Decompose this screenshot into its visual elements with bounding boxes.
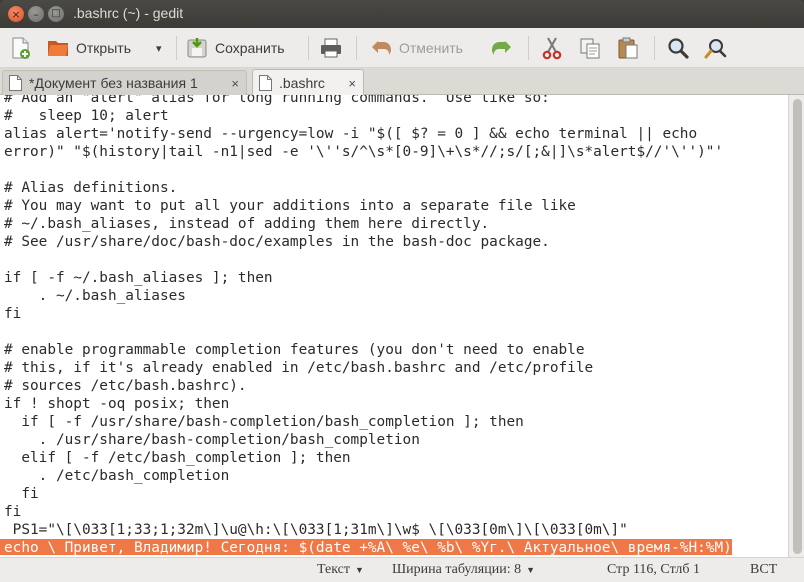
document-icon — [259, 75, 272, 91]
code-line: PS1="\[\033[1;33;1;32m\]\u@\h:\[\033[1;3… — [4, 522, 628, 538]
document-icon — [9, 75, 22, 91]
code-line: # ~/.bash_aliases, instead of adding the… — [4, 216, 490, 232]
code-line: # sources /etc/bash.bashrc). — [4, 378, 247, 394]
insert-mode: ВСТ — [750, 562, 777, 578]
minimize-icon: – — [33, 7, 39, 21]
code-line: # You may want to put all your additions… — [4, 198, 576, 214]
selected-code-line: echo \ Привет, Владимир! Сегодня: $(date… — [0, 539, 788, 557]
window-title: .bashrc (~) - gedit — [73, 5, 184, 21]
code-line: fi — [4, 486, 39, 502]
code-line: # sleep 10; alert — [4, 108, 169, 124]
open-label: Открыть — [76, 40, 131, 56]
code-line: # enable programmable completion feature… — [4, 342, 585, 358]
paste-button[interactable] — [616, 34, 646, 62]
close-tab-icon[interactable]: × — [231, 76, 239, 91]
code-line: # this, if it's already enabled in /etc/… — [4, 360, 594, 376]
maximize-icon: □ — [51, 8, 61, 19]
printer-icon — [321, 38, 341, 58]
tab-label: *Документ без названия 1 — [29, 75, 198, 91]
copy-button[interactable] — [578, 34, 608, 62]
save-button[interactable]: Сохранить — [185, 34, 285, 62]
text-editor[interactable]: # Add an "alert" alias for long running … — [0, 95, 788, 557]
code-line: fi — [4, 306, 22, 322]
toolbar-separator — [308, 36, 309, 60]
folder-open-icon — [48, 41, 68, 56]
tab-bashrc[interactable]: .bashrc × — [252, 69, 364, 96]
selection-highlight: echo \ Привет, Владимир! Сегодня: $(date… — [0, 539, 732, 556]
close-window-button[interactable]: × — [8, 6, 24, 22]
minimize-window-button[interactable]: – — [28, 6, 44, 22]
print-button[interactable] — [319, 34, 349, 62]
code-line: # Alias definitions. — [4, 180, 178, 196]
copy-icon — [580, 38, 600, 59]
code-line: . ~/.bash_aliases — [4, 288, 186, 304]
code-line: . /etc/bash_completion — [4, 468, 230, 484]
find-replace-button[interactable] — [704, 34, 734, 62]
maximize-window-button[interactable]: □ — [48, 6, 64, 22]
close-tab-icon[interactable]: × — [348, 76, 356, 91]
language-label: Текст — [317, 562, 351, 577]
tab-width-selector[interactable]: Ширина табуляции: 8 ▼ — [392, 562, 535, 578]
new-document-button[interactable] — [8, 34, 38, 62]
search-icon — [668, 38, 689, 59]
undo-button[interactable]: Отменить — [369, 34, 463, 62]
save-label: Сохранить — [215, 40, 285, 56]
find-button[interactable] — [666, 34, 696, 62]
code-line: # See /usr/share/doc/bash-doc/examples i… — [4, 234, 550, 250]
language-selector[interactable]: Текст ▼ — [317, 562, 364, 578]
tab-width-label: Ширина табуляции: 8 — [392, 562, 522, 577]
code-line: if [ -f ~/.bash_aliases ]; then — [4, 270, 273, 286]
code-line: alias alert='notify-send --urgency=low -… — [4, 126, 698, 142]
cursor-position-label: Стр 116, Стлб 1 — [607, 562, 700, 577]
code-line: elif [ -f /etc/bash_completion ]; then — [4, 450, 351, 466]
toolbar-separator — [356, 36, 357, 60]
toolbar-separator — [654, 36, 655, 60]
open-button[interactable]: Открыть — [46, 34, 131, 62]
code-line: # Add an "alert" alias for long running … — [4, 95, 550, 106]
undo-label: Отменить — [399, 40, 463, 56]
code-line: fi — [4, 504, 22, 520]
cursor-position: Стр 116, Стлб 1 — [607, 562, 700, 578]
code-line: . /usr/share/bash-completion/bash_comple… — [4, 432, 420, 448]
chevron-down-icon: ▾ — [156, 42, 162, 55]
redo-icon — [492, 41, 511, 55]
tab-untitled-document[interactable]: *Документ без названия 1 × — [2, 70, 247, 95]
title-bar: × – □ .bashrc (~) - gedit — [0, 0, 804, 28]
close-icon: × — [11, 7, 21, 21]
redo-button[interactable] — [490, 34, 520, 62]
toolbar-separator — [528, 36, 529, 60]
save-icon — [187, 38, 207, 58]
vertical-scrollbar[interactable] — [788, 95, 804, 557]
toolbar: Открыть ▾ Сохранить Отменить — [0, 28, 804, 68]
tab-label: .bashrc — [279, 75, 325, 91]
code-line: if [ -f /usr/share/bash-completion/bash_… — [4, 414, 524, 430]
open-recent-dropdown[interactable]: ▾ — [156, 34, 162, 62]
status-bar: Текст ▼ Ширина табуляции: 8 ▼ Стр 116, С… — [0, 557, 804, 582]
scissors-icon — [542, 37, 562, 60]
code-line: if ! shopt -oq posix; then — [4, 396, 230, 412]
editor-text: # Add an "alert" alias for long running … — [0, 95, 788, 557]
toolbar-separator — [176, 36, 177, 60]
paste-icon — [618, 37, 638, 59]
insert-mode-label: ВСТ — [750, 562, 778, 577]
chevron-down-icon: ▼ — [355, 565, 364, 575]
find-replace-icon — [704, 39, 727, 59]
new-document-icon — [12, 37, 30, 59]
undo-icon — [372, 41, 391, 55]
scrollbar-thumb[interactable] — [793, 99, 802, 554]
chevron-down-icon: ▼ — [526, 565, 536, 575]
document-tabs: *Документ без названия 1 × .bashrc × — [0, 68, 804, 96]
code-line: error)" "$(history|tail -n1|sed -e '\''s… — [4, 144, 724, 160]
cut-button[interactable] — [540, 34, 570, 62]
